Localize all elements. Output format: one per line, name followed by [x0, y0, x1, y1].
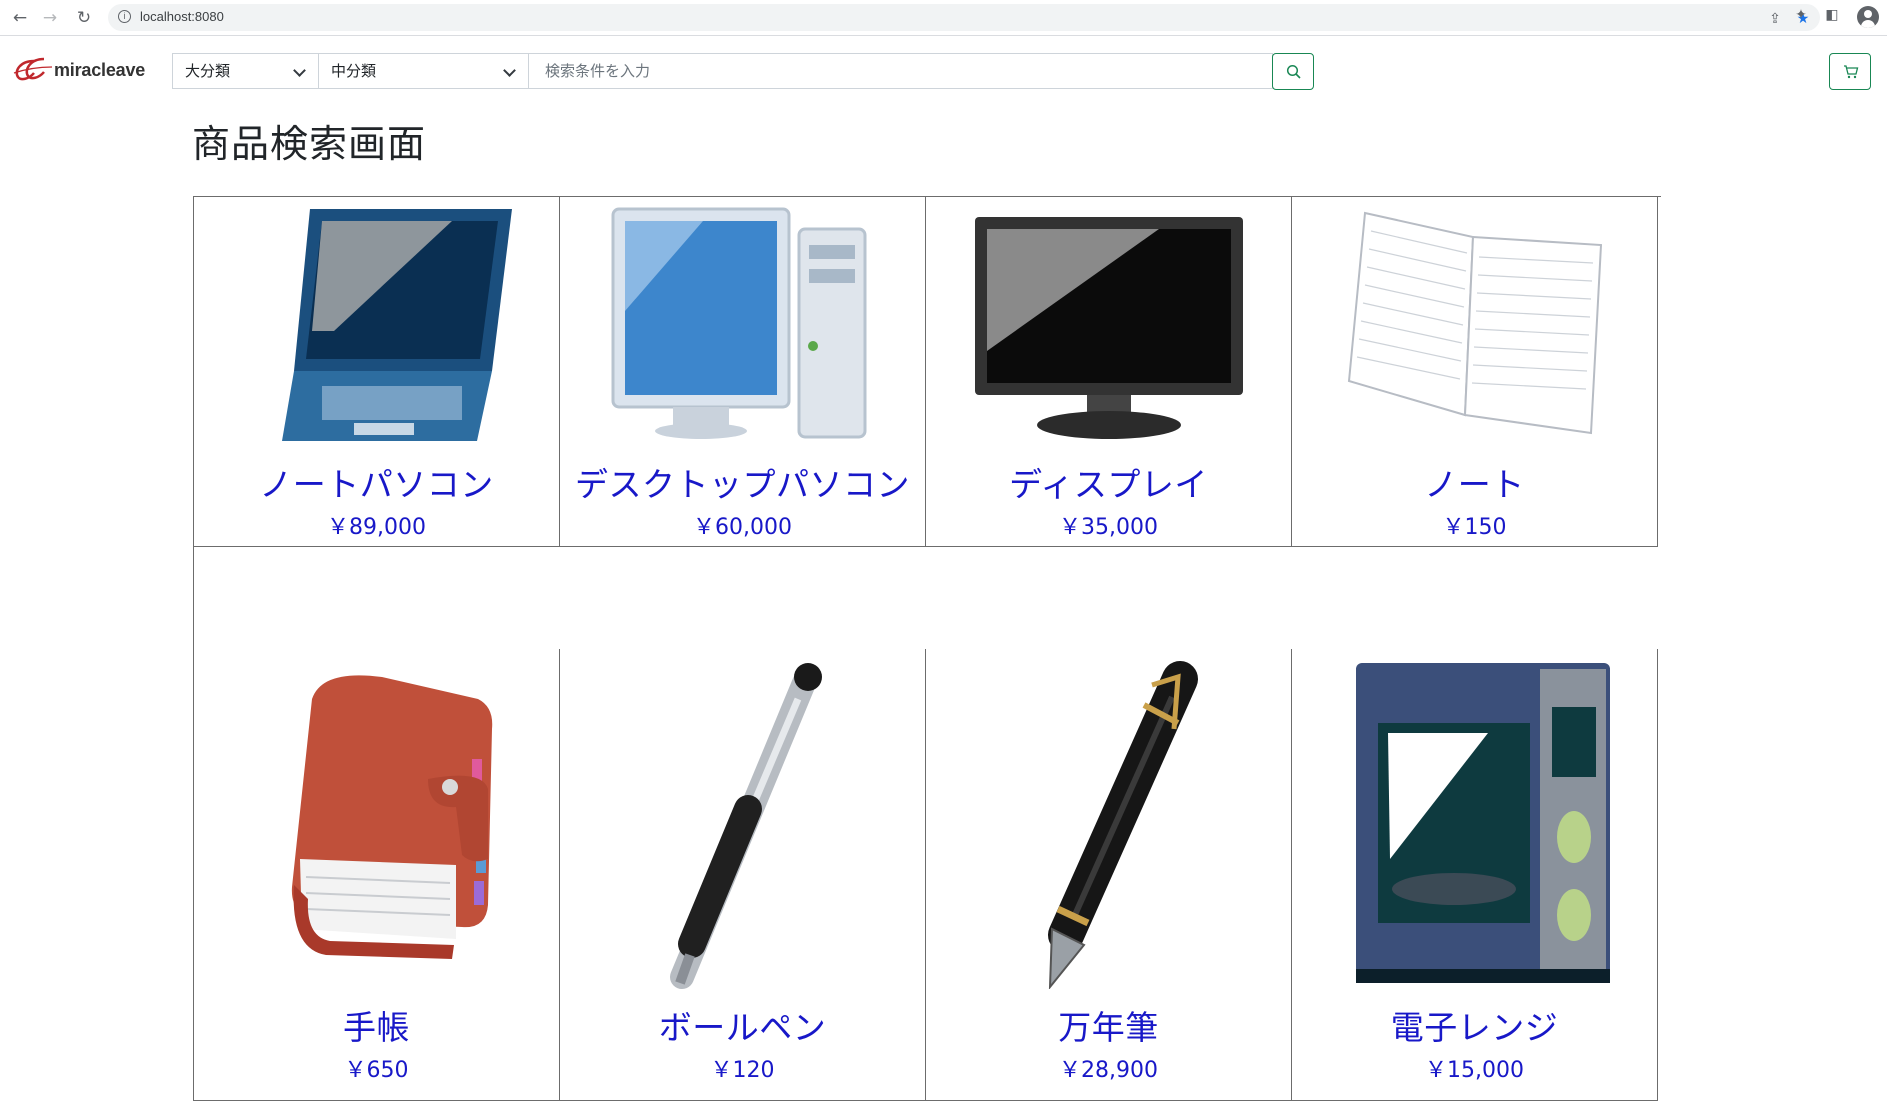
- product-name[interactable]: 電子レンジ: [1292, 1001, 1657, 1049]
- search-icon: [1286, 64, 1301, 79]
- extensions-icon[interactable]: ✦: [1792, 6, 1810, 24]
- major-category-value: 大分類: [185, 62, 231, 80]
- product-price: ￥120: [710, 1058, 775, 1083]
- forward-icon[interactable]: →: [38, 6, 62, 30]
- search-input[interactable]: [528, 53, 1273, 89]
- product-price: ￥150: [1442, 515, 1507, 540]
- product-name[interactable]: 万年筆: [926, 1001, 1291, 1049]
- address-bar[interactable]: i localhost:8080 ⇪ ★: [108, 4, 1820, 31]
- ballpoint-pen-icon: [669, 663, 822, 989]
- address-url[interactable]: localhost:8080: [140, 9, 224, 24]
- site-info-icon[interactable]: i: [118, 10, 131, 23]
- search-button[interactable]: [1272, 53, 1314, 90]
- share-icon[interactable]: ⇪: [1766, 10, 1784, 28]
- product-card[interactable]: ディスプレイ ￥35,000: [926, 197, 1292, 547]
- product-price: ￥35,000: [1059, 515, 1158, 540]
- product-card[interactable]: ノート ￥150: [1292, 197, 1658, 547]
- cart-icon: [1844, 65, 1859, 79]
- microwave-icon: [1355, 663, 1610, 983]
- product-card[interactable]: ノートパソコン ￥89,000: [194, 197, 560, 547]
- product-name[interactable]: ノート: [1292, 458, 1657, 506]
- notebook-icon: [1347, 211, 1602, 435]
- product-card[interactable]: 手帳 ￥650: [194, 649, 560, 1101]
- product-name[interactable]: ディスプレイ: [926, 458, 1291, 506]
- product-card[interactable]: 万年筆 ￥28,900: [926, 649, 1292, 1101]
- product-name[interactable]: デスクトップパソコン: [560, 458, 925, 506]
- product-card[interactable]: 電子レンジ ￥15,000: [1292, 649, 1658, 1101]
- cart-button[interactable]: [1829, 53, 1871, 90]
- middle-category-select[interactable]: 中分類: [318, 53, 529, 89]
- chevron-down-icon: [293, 64, 306, 77]
- product-name[interactable]: ノートパソコン: [194, 458, 559, 506]
- product-card[interactable]: デスクトップパソコン ￥60,000: [560, 197, 926, 547]
- product-card[interactable]: ボールペン ￥120: [560, 649, 926, 1101]
- profile-avatar-icon[interactable]: [1857, 6, 1879, 28]
- product-price: ￥15,000: [1425, 1058, 1524, 1083]
- product-name[interactable]: ボールペン: [560, 1001, 925, 1049]
- product-price: ￥89,000: [327, 515, 426, 540]
- chevron-down-icon: [503, 64, 516, 77]
- laptop-icon: [281, 209, 512, 441]
- brand-logo[interactable]: miracleave: [12, 55, 145, 85]
- reload-icon[interactable]: ↻: [72, 6, 96, 30]
- major-category-select[interactable]: 大分類: [172, 53, 319, 89]
- product-price: ￥650: [344, 1058, 409, 1083]
- product-price: ￥28,900: [1059, 1058, 1158, 1083]
- product-name[interactable]: 手帳: [194, 1001, 559, 1049]
- browser-toolbar: ← → ↻ i localhost:8080 ⇪ ★ ✦ ◧: [0, 0, 1887, 36]
- fountain-pen-icon: [1047, 661, 1198, 989]
- product-price: ￥60,000: [693, 515, 792, 540]
- planner-icon: [291, 675, 492, 959]
- back-icon[interactable]: ←: [8, 6, 32, 30]
- side-panel-icon[interactable]: ◧: [1823, 6, 1841, 24]
- middle-category-value: 中分類: [331, 62, 377, 80]
- page-title: 商品検索画面: [192, 122, 427, 166]
- product-grid: ノートパソコン ￥89,000 デスクトップパソコン ￥60,000 ディスプレ…: [193, 196, 1661, 1101]
- desktop-pc-icon: [611, 207, 866, 439]
- monitor-icon: [974, 217, 1243, 439]
- miracleave-logo-icon: [13, 57, 53, 81]
- logo-text: miracleave: [54, 59, 146, 80]
